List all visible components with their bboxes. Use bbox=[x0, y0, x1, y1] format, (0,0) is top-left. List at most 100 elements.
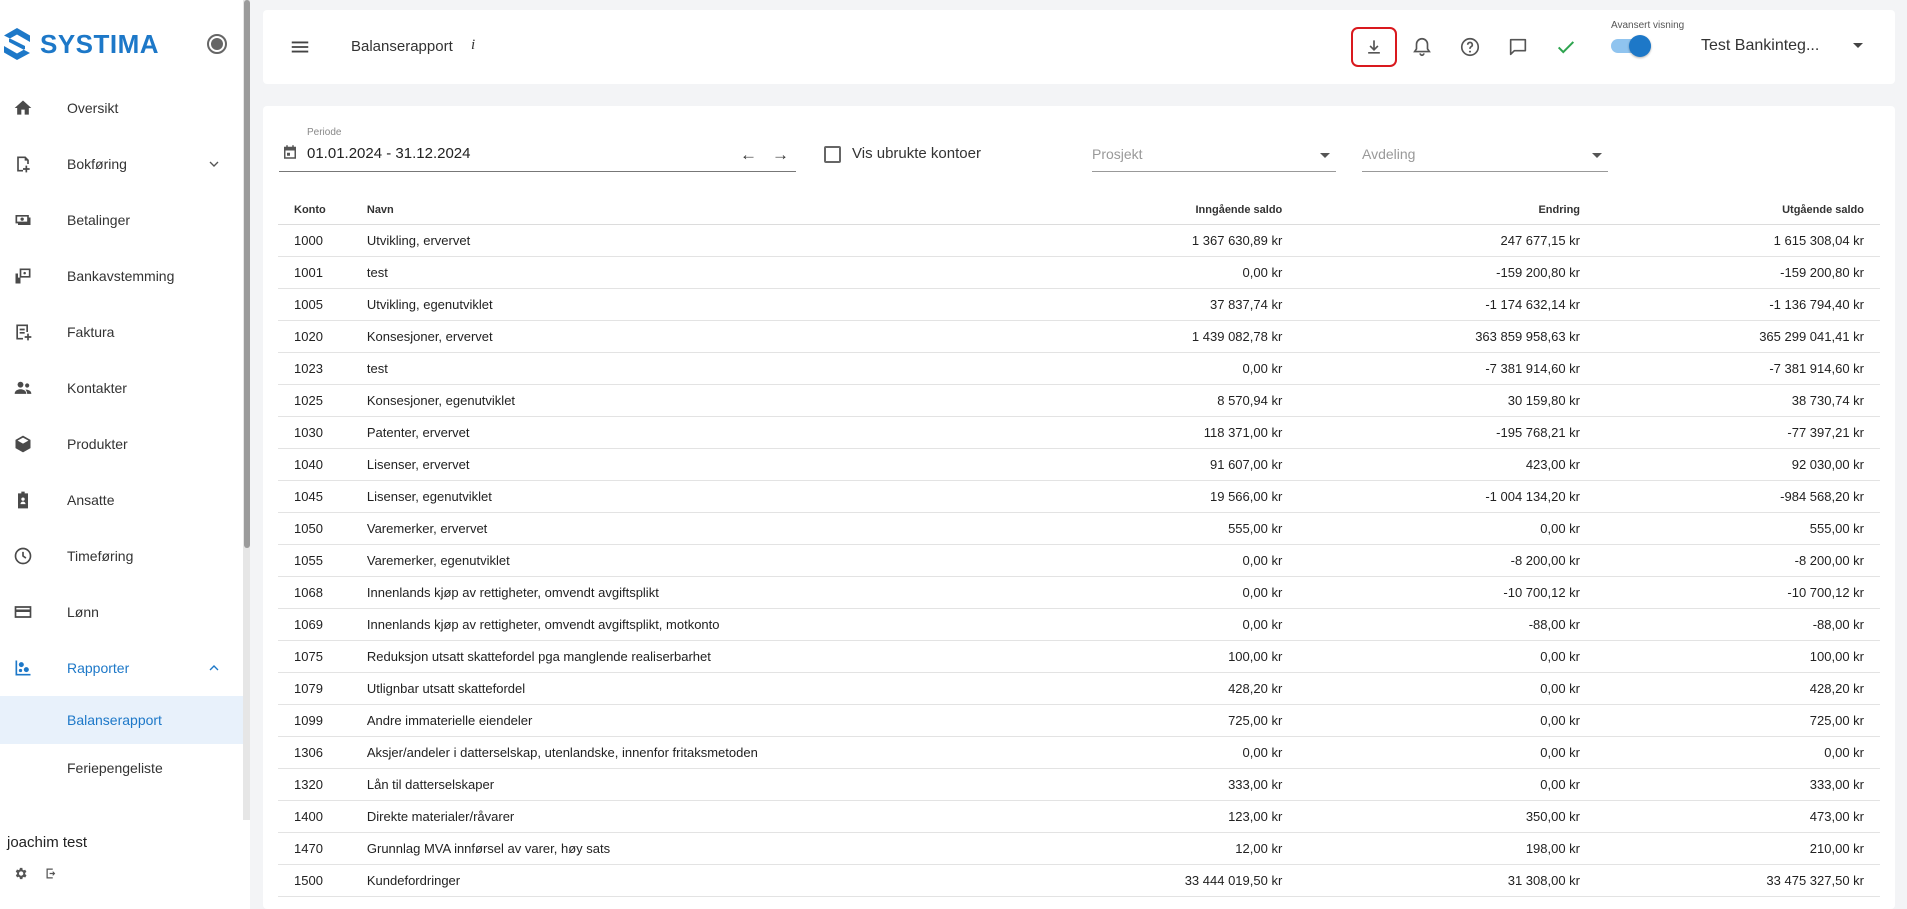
logout-icon[interactable] bbox=[44, 866, 59, 881]
arrow-left-icon[interactable]: ← bbox=[740, 145, 757, 165]
table-row[interactable]: 1099 Andre immaterielle eiendeler 725,00 k… bbox=[278, 704, 1880, 737]
table-row[interactable]: 1045 Lisenser, egenutviklet 19 566,00 kr -1… bbox=[278, 480, 1880, 513]
cell-endring: 0,00 kr bbox=[1282, 640, 1581, 673]
home-icon bbox=[12, 97, 34, 119]
calendar-icon[interactable] bbox=[281, 143, 299, 161]
sidebar-subitem-balanserapport[interactable]: Balanserapport bbox=[0, 696, 243, 744]
table-row[interactable]: 1500 Kundefordringer 33 444 019,50 kr 31 30… bbox=[278, 864, 1880, 897]
cell-inngaende-saldo: 0,00 kr bbox=[913, 544, 1283, 577]
help-icon[interactable] bbox=[1457, 34, 1483, 60]
cell-utgaende-saldo: -10 700,12 kr bbox=[1580, 576, 1880, 609]
table-row[interactable]: 1000 Utvikling, ervervet 1 367 630,89 kr 24… bbox=[278, 224, 1880, 257]
sidebar-item-label: Betalinger bbox=[67, 212, 131, 228]
unused-accounts-checkbox[interactable] bbox=[824, 146, 841, 163]
table-row[interactable]: 1050 Varemerker, ervervet 555,00 kr 0,00 kr… bbox=[278, 512, 1880, 545]
table-row[interactable]: 1069 Innenlands kjøp av rettigheter, omve… bbox=[278, 608, 1880, 641]
table-row[interactable]: 1470 Grunnlag MVA innførsel av varer, høy… bbox=[278, 832, 1880, 865]
unused-accounts-label[interactable]: Vis ubrukte kontoer bbox=[852, 145, 981, 162]
table-row[interactable]: 1040 Lisenser, ervervet 91 607,00 kr 423,00… bbox=[278, 448, 1880, 481]
advanced-view-label: Avansert visning bbox=[1611, 20, 1685, 31]
sidebar-item-rapporter[interactable]: Rapporter bbox=[0, 640, 243, 696]
people-icon bbox=[12, 377, 34, 399]
sidebar-item-faktura[interactable]: Faktura bbox=[0, 304, 243, 360]
column-header-endring[interactable]: Endring bbox=[1282, 196, 1581, 225]
systima-logo[interactable]: SYSTIMA bbox=[2, 26, 159, 62]
advanced-view-toggle[interactable] bbox=[1609, 34, 1653, 58]
department-select[interactable]: Avdeling bbox=[1362, 146, 1415, 162]
table-row[interactable]: 1030 Patenter, ervervet 118 371,00 kr -195 … bbox=[278, 416, 1880, 449]
report-card: Periode 01.01.2024 - 31.12.2024 ← → Vis … bbox=[263, 106, 1895, 909]
table-row[interactable]: 1005 Utvikling, egenutviklet 37 837,74 kr -… bbox=[278, 288, 1880, 321]
sidebar-item-lonn[interactable]: Lønn bbox=[0, 584, 243, 640]
sidebar-item-label: Bokføring bbox=[67, 156, 127, 172]
sidebar-scrollbar-thumb[interactable] bbox=[244, 0, 250, 548]
invoice-icon bbox=[12, 321, 34, 343]
chat-icon[interactable] bbox=[1505, 34, 1531, 60]
sidebar-item-ansatte[interactable]: Ansatte bbox=[0, 472, 243, 528]
cell-inngaende-saldo: 37 837,74 kr bbox=[913, 288, 1283, 321]
sidebar-item-bankavstemming[interactable]: Bankavstemming bbox=[0, 248, 243, 304]
chevron-up-icon[interactable] bbox=[206, 660, 222, 676]
sidebar-item-label: Rapporter bbox=[67, 660, 130, 676]
table-row[interactable]: 1023 test 0,00 kr -7 381 914,60 kr -7 381 91… bbox=[278, 352, 1880, 385]
gear-icon[interactable] bbox=[13, 866, 28, 881]
sidebar-item-oversikt[interactable]: Oversikt bbox=[0, 80, 243, 136]
sidebar-item-produkter[interactable]: Produkter bbox=[0, 416, 243, 472]
project-select[interactable]: Prosjekt bbox=[1092, 146, 1143, 162]
company-selector[interactable]: Test Bankinteg... bbox=[1701, 37, 1819, 55]
table-row[interactable]: 1400 Direkte materialer/råvarer 123,00 kr 3… bbox=[278, 800, 1880, 833]
table-row[interactable]: 1079 Utlignbar utsatt skattefordel 428,20 … bbox=[278, 672, 1880, 705]
table-row[interactable]: 1075 Reduksjon utsatt skattefordel pga ma… bbox=[278, 640, 1880, 673]
cell-inngaende-saldo: 19 566,00 kr bbox=[913, 480, 1283, 513]
cell-inngaende-saldo: 0,00 kr bbox=[913, 608, 1283, 641]
cell-inngaende-saldo: 100,00 kr bbox=[913, 640, 1283, 673]
cell-inngaende-saldo: 33 444 019,50 kr bbox=[913, 864, 1283, 897]
cell-endring: -88,00 kr bbox=[1282, 608, 1581, 641]
sidebar-item-kontakter[interactable]: Kontakter bbox=[0, 360, 243, 416]
sidebar-item-bokforing[interactable]: Bokføring bbox=[0, 136, 243, 192]
column-header-konto[interactable]: Konto bbox=[278, 196, 367, 225]
bell-icon[interactable] bbox=[1409, 34, 1435, 60]
cell-navn: Utvikling, ervervet bbox=[366, 224, 914, 257]
arrow-right-icon[interactable]: → bbox=[772, 145, 789, 165]
table-row[interactable]: 1320 Lån til datterselskaper 333,00 kr 0,00… bbox=[278, 768, 1880, 801]
cell-utgaende-saldo: -88,00 kr bbox=[1580, 608, 1880, 641]
cell-konto: 1000 bbox=[278, 224, 367, 257]
table-row[interactable]: 1020 Konsesjoner, ervervet 1 439 082,78 kr… bbox=[278, 320, 1880, 353]
sidebar-subitem-feriepengeliste[interactable]: Feriepengeliste bbox=[0, 744, 243, 792]
cell-inngaende-saldo: 333,00 kr bbox=[913, 768, 1283, 801]
chevron-down-icon[interactable] bbox=[206, 156, 222, 172]
cell-endring: -1 004 134,20 kr bbox=[1282, 480, 1581, 513]
badge-icon bbox=[12, 489, 34, 511]
table-row[interactable]: 1068 Innenlands kjøp av rettigheter, omve… bbox=[278, 576, 1880, 609]
table-row[interactable]: 1025 Konsesjoner, egenutviklet 8 570,94 kr… bbox=[278, 384, 1880, 417]
cell-navn: Aksjer/andeler i datterselskap, utenland… bbox=[366, 736, 914, 769]
caret-down-icon[interactable] bbox=[1320, 153, 1330, 158]
info-icon[interactable]: i bbox=[471, 37, 475, 54]
table-row[interactable]: 1001 test 0,00 kr -159 200,80 kr -159 200,80… bbox=[278, 256, 1880, 289]
column-header-inngaende-saldo[interactable]: Inngående saldo bbox=[913, 196, 1283, 225]
download-icon[interactable] bbox=[1361, 34, 1387, 60]
cell-inngaende-saldo: 123,00 kr bbox=[913, 800, 1283, 833]
table-row[interactable]: 1306 Aksjer/andeler i datterselskap, uten… bbox=[278, 736, 1880, 769]
column-header-utgaende-saldo[interactable]: Utgående saldo bbox=[1580, 196, 1880, 225]
cell-konto: 1320 bbox=[278, 768, 367, 801]
caret-down-icon[interactable] bbox=[1853, 43, 1863, 48]
cell-konto: 1068 bbox=[278, 576, 367, 609]
cell-navn: Innenlands kjøp av rettigheter, omvendt … bbox=[366, 608, 914, 641]
menu-icon[interactable] bbox=[289, 36, 311, 58]
cell-inngaende-saldo: 428,20 kr bbox=[913, 672, 1283, 705]
check-icon[interactable] bbox=[1553, 34, 1579, 60]
cell-konto: 1030 bbox=[278, 416, 367, 449]
theme-toggle-icon[interactable] bbox=[207, 34, 227, 54]
period-input[interactable]: 01.01.2024 - 31.12.2024 bbox=[307, 145, 470, 162]
sidebar-item-timeforing[interactable]: Timeføring bbox=[0, 528, 243, 584]
cell-utgaende-saldo: 33 475 327,50 kr bbox=[1580, 864, 1880, 897]
cell-endring: 423,00 kr bbox=[1282, 448, 1581, 481]
column-header-navn[interactable]: Navn bbox=[366, 196, 914, 225]
cell-navn: Patenter, ervervet bbox=[366, 416, 914, 449]
sidebar-item-betalinger[interactable]: Betalinger bbox=[0, 192, 243, 248]
table-row[interactable]: 1055 Varemerker, egenutviklet 0,00 kr -8 20… bbox=[278, 544, 1880, 577]
sidebar: SYSTIMA Oversikt Bokføring Betalinger Ba… bbox=[0, 0, 250, 909]
caret-down-icon[interactable] bbox=[1592, 153, 1602, 158]
